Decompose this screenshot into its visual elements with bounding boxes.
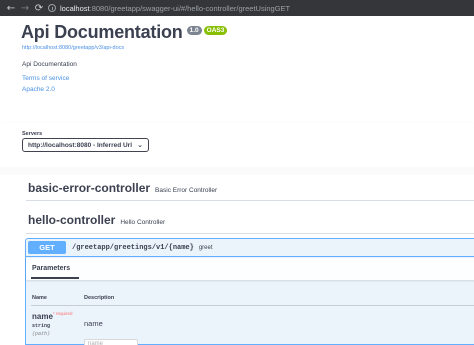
version-badge: 1.0 [186, 26, 202, 35]
parameter-location: (path) [32, 331, 51, 337]
parameter-description: name [84, 319, 103, 328]
chevron-down-icon: ⌄ [137, 141, 143, 149]
servers-label: Servers [22, 131, 43, 137]
tag-hello-controller[interactable]: hello-controller Hello Controller [28, 213, 165, 227]
tag-divider [26, 200, 474, 201]
servers-selected-value: http://localhost:8080 - Inferred Url [28, 141, 133, 149]
column-header-description: Description [84, 295, 115, 301]
info-icon[interactable] [48, 4, 56, 12]
spec-url-link[interactable]: http://localhost:8080/greetapp/v3/api-do… [22, 45, 124, 51]
page-title: Api Documentation [21, 22, 183, 42]
method-badge: GET [28, 241, 66, 254]
required-marker: * required [53, 311, 73, 316]
tag-basic-error-controller[interactable]: basic-error-controller Basic Error Contr… [28, 181, 217, 195]
tag-description: Hello Controller [120, 219, 166, 226]
url-path: :8080/greetapp/swagger-ui/#/hello-contro… [89, 3, 291, 13]
column-header-name: Name [32, 295, 47, 301]
url-host: localhost [60, 3, 90, 13]
servers-select[interactable]: http://localhost:8080 - Inferred Url ⌄ [22, 138, 149, 152]
parameter-input[interactable]: name [84, 339, 138, 345]
operation-summary: greet [198, 244, 213, 251]
tab-parameters[interactable]: Parameters [32, 265, 70, 272]
tag-name: hello-controller [28, 213, 116, 227]
parameters-header: Parameters [26, 258, 474, 280]
tag-divider [26, 233, 474, 234]
tab-underline [31, 277, 79, 279]
forward-arrow-icon[interactable]: → [18, 3, 32, 14]
opblock-get: GET /greetapp/greetings/v1/{name} greet … [25, 238, 474, 345]
reload-icon[interactable]: ⟳ [32, 3, 46, 14]
operation-path: /greetapp/greetings/v1/{name} [72, 243, 194, 252]
tag-name: basic-error-controller [28, 181, 151, 195]
license-link[interactable]: Apache 2.0 [22, 86, 55, 93]
parameter-name: name [32, 312, 53, 321]
browser-toolbar: ← → ⟳ localhost:8080/greetapp/swagger-ui… [0, 0, 474, 16]
api-title-row: Api Documentation 1.0 OAS3 [21, 22, 228, 43]
address-bar[interactable]: localhost:8080/greetapp/swagger-ui/#/hel… [48, 2, 468, 14]
terms-of-service-link[interactable]: Terms of service [22, 75, 69, 82]
parameter-type: string [32, 323, 51, 329]
section-divider [0, 167, 474, 175]
oas-badge: OAS3 [203, 26, 228, 35]
header-rule [31, 305, 474, 306]
opblock-summary[interactable]: GET /greetapp/greetings/v1/{name} greet [26, 239, 474, 257]
api-description: Api Documentation [22, 61, 77, 68]
tag-description: Basic Error Controller [155, 187, 218, 194]
back-arrow-icon[interactable]: ← [4, 3, 18, 14]
